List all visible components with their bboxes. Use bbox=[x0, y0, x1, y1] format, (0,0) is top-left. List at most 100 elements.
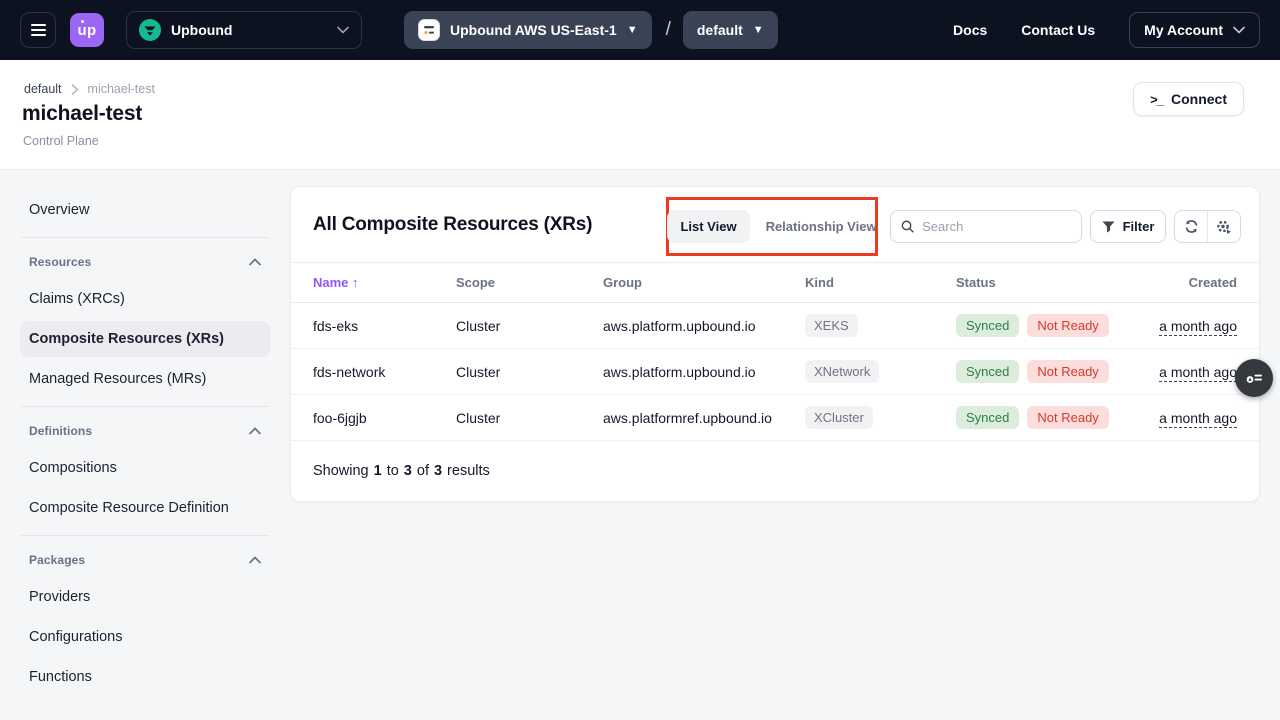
topbar-right: Docs Contact Us My Account bbox=[953, 12, 1280, 48]
gear-play-icon bbox=[1216, 219, 1232, 235]
created-timestamp[interactable]: a month ago bbox=[1159, 364, 1237, 382]
search-icon bbox=[901, 219, 914, 234]
my-account-label: My Account bbox=[1144, 22, 1223, 38]
form-list-icon bbox=[1244, 369, 1264, 387]
sort-ascending-icon: ↑ bbox=[352, 275, 359, 290]
auto-refresh-settings-button[interactable] bbox=[1207, 211, 1240, 242]
docs-link[interactable]: Docs bbox=[953, 22, 987, 38]
table-row[interactable]: fds-network Cluster aws.platform.upbound… bbox=[291, 349, 1259, 395]
caret-down-icon: ▼ bbox=[753, 25, 764, 36]
filter-funnel-icon bbox=[1102, 221, 1115, 233]
panel-title: All Composite Resources (XRs) bbox=[313, 214, 592, 236]
resource-name[interactable]: fds-network bbox=[313, 364, 456, 380]
chevron-up-icon bbox=[249, 427, 261, 435]
created-timestamp[interactable]: a month ago bbox=[1159, 318, 1237, 336]
page-title: michael-test bbox=[22, 102, 142, 126]
hamburger-menu-button[interactable] bbox=[20, 12, 56, 48]
resource-name[interactable]: foo-6jgjb bbox=[313, 410, 456, 426]
chevron-up-icon bbox=[249, 556, 261, 564]
column-header-created[interactable]: Created bbox=[1189, 275, 1237, 290]
chevron-down-icon bbox=[1233, 26, 1245, 34]
status-badge-not-ready: Not Ready bbox=[1027, 406, 1108, 429]
sidebar-item-claims[interactable]: Claims (XRCs) bbox=[20, 281, 270, 317]
sidebar-section-resources[interactable]: Resources bbox=[20, 247, 270, 277]
resource-group: aws.platform.upbound.io bbox=[603, 364, 805, 380]
page-header: default michael-test michael-test Contro… bbox=[0, 60, 1280, 170]
search-input[interactable] bbox=[922, 219, 1071, 234]
control-plane-switcher[interactable]: Upbound AWS US-East-1 ▼ bbox=[404, 11, 652, 49]
organization-name: Upbound bbox=[171, 22, 232, 38]
org-avatar-icon bbox=[139, 19, 161, 41]
breadcrumb-parent[interactable]: default bbox=[24, 82, 62, 96]
chevron-right-icon bbox=[71, 84, 79, 95]
tab-relationship-view[interactable]: Relationship View bbox=[766, 219, 877, 234]
hamburger-icon bbox=[31, 24, 46, 26]
search-box bbox=[890, 210, 1082, 243]
column-header-status[interactable]: Status bbox=[956, 275, 1156, 290]
sidebar-item-composite-resources[interactable]: Composite Resources (XRs) bbox=[20, 321, 270, 357]
table-header-row: Name ↑ Scope Group Kind Status Created bbox=[291, 263, 1259, 303]
results-summary: Showing 1 to 3 of 3 results bbox=[313, 463, 490, 479]
contact-us-link[interactable]: Contact Us bbox=[1021, 22, 1095, 38]
sidebar-item-overview[interactable]: Overview bbox=[20, 192, 270, 228]
composite-resources-panel: All Composite Resources (XRs) List View … bbox=[290, 186, 1260, 502]
panel-header: All Composite Resources (XRs) List View … bbox=[291, 187, 1259, 263]
caret-down-icon: ▼ bbox=[627, 25, 638, 36]
created-timestamp[interactable]: a month ago bbox=[1159, 410, 1237, 428]
chevron-up-icon bbox=[249, 258, 261, 266]
filter-label: Filter bbox=[1123, 219, 1155, 234]
table-actions-group bbox=[1174, 210, 1241, 243]
breadcrumb-current: michael-test bbox=[88, 82, 155, 96]
divider bbox=[21, 406, 269, 407]
logo-dot bbox=[81, 20, 84, 23]
logo-text: up bbox=[78, 22, 97, 39]
resource-scope: Cluster bbox=[456, 318, 603, 334]
path-separator: / bbox=[666, 19, 671, 41]
sidebar: Overview Resources Claims (XRCs) Composi… bbox=[0, 170, 290, 720]
sidebar-item-configurations[interactable]: Configurations bbox=[20, 619, 270, 655]
tab-list-view[interactable]: List View bbox=[667, 210, 749, 243]
status-badge-not-ready: Not Ready bbox=[1027, 360, 1108, 383]
chevron-down-icon bbox=[337, 26, 349, 34]
sidebar-item-providers[interactable]: Providers bbox=[20, 579, 270, 615]
column-header-name[interactable]: Name ↑ bbox=[313, 275, 456, 290]
control-plane-icon bbox=[418, 19, 440, 41]
breadcrumb: default michael-test bbox=[24, 82, 155, 96]
divider bbox=[21, 237, 269, 238]
status-badge-synced: Synced bbox=[956, 406, 1019, 429]
sidebar-item-managed-resources[interactable]: Managed Resources (MRs) bbox=[20, 361, 270, 397]
table-row[interactable]: fds-eks Cluster aws.platform.upbound.io … bbox=[291, 303, 1259, 349]
control-plane-name: Upbound AWS US-East-1 bbox=[450, 22, 617, 38]
table-row[interactable]: foo-6jgjb Cluster aws.platformref.upboun… bbox=[291, 395, 1259, 441]
resources-table: Name ↑ Scope Group Kind Status Created f… bbox=[291, 263, 1259, 441]
sidebar-item-compositions[interactable]: Compositions bbox=[20, 450, 270, 486]
refresh-button[interactable] bbox=[1175, 211, 1207, 242]
topbar: up Upbound Upbound AWS US-East-1 ▼ / def… bbox=[0, 0, 1280, 60]
kind-badge: XEKS bbox=[805, 314, 858, 337]
terminal-icon: >_ bbox=[1150, 92, 1163, 107]
resource-name[interactable]: fds-eks bbox=[313, 318, 456, 334]
feedback-widget-button[interactable] bbox=[1235, 359, 1273, 397]
sidebar-item-composite-resource-definition[interactable]: Composite Resource Definition bbox=[20, 490, 270, 526]
annotation-rectangle: List View Relationship View bbox=[666, 197, 878, 256]
sidebar-section-packages[interactable]: Packages bbox=[20, 545, 270, 575]
connect-button[interactable]: >_ Connect bbox=[1133, 82, 1244, 116]
resource-scope: Cluster bbox=[456, 364, 603, 380]
divider bbox=[21, 535, 269, 536]
sidebar-section-definitions[interactable]: Definitions bbox=[20, 416, 270, 446]
upbound-logo[interactable]: up bbox=[70, 13, 104, 47]
my-account-menu[interactable]: My Account bbox=[1129, 12, 1260, 48]
refresh-icon bbox=[1184, 219, 1199, 234]
organization-switcher[interactable]: Upbound bbox=[126, 11, 362, 49]
column-header-scope[interactable]: Scope bbox=[456, 275, 603, 290]
kind-badge: XCluster bbox=[805, 406, 873, 429]
sidebar-item-functions[interactable]: Functions bbox=[20, 659, 270, 695]
filter-button[interactable]: Filter bbox=[1090, 210, 1166, 243]
status-badge-synced: Synced bbox=[956, 360, 1019, 383]
group-switcher[interactable]: default ▼ bbox=[683, 11, 778, 49]
resource-group: aws.platformref.upbound.io bbox=[603, 410, 805, 426]
column-header-group[interactable]: Group bbox=[603, 275, 805, 290]
column-header-kind[interactable]: Kind bbox=[805, 275, 956, 290]
status-badge-synced: Synced bbox=[956, 314, 1019, 337]
page-subtitle: Control Plane bbox=[23, 134, 99, 148]
